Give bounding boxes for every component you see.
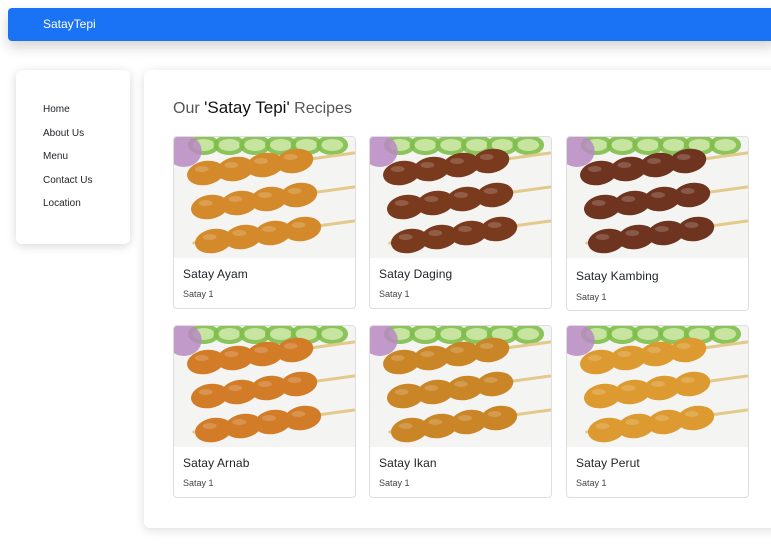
sidebar-item-contact-us[interactable]: Contact Us (43, 174, 130, 198)
sidebar-item-home[interactable]: Home (43, 103, 130, 127)
card-image (567, 137, 748, 258)
main-content: Our 'Satay Tepi' Recipes Satay Ayam Sata… (144, 70, 771, 528)
top-navbar: SatayTepi (8, 8, 771, 41)
recipe-card-satay-kambing[interactable]: Satay Kambing Satay 1 (566, 136, 749, 311)
card-image (370, 137, 551, 258)
card-title: Satay Daging (379, 267, 453, 281)
card-subtitle: Satay 1 (183, 478, 214, 488)
card-subtitle: Satay 1 (379, 478, 410, 488)
sidebar: Home About Us Menu Contact Us Location (16, 70, 130, 244)
tripe-satay-photo (567, 326, 748, 447)
title-highlight: 'Satay Tepi' (204, 98, 290, 117)
recipe-card-satay-perut[interactable]: Satay Perut Satay 1 (566, 325, 749, 498)
card-subtitle: Satay 1 (379, 289, 410, 299)
title-suffix: Recipes (289, 100, 352, 117)
card-subtitle: Satay 1 (576, 478, 607, 488)
sidebar-item-menu[interactable]: Menu (43, 150, 130, 174)
beef-satay-photo (370, 137, 551, 258)
sidebar-item-location[interactable]: Location (43, 197, 130, 221)
rabbit-satay-photo (174, 326, 355, 447)
recipe-card-satay-arnab[interactable]: Satay Arnab Satay 1 (173, 325, 356, 498)
title-prefix: Our (173, 100, 205, 117)
sidebar-item-about-us[interactable]: About Us (43, 127, 130, 151)
card-image (174, 326, 355, 447)
recipe-card-satay-ikan[interactable]: Satay Ikan Satay 1 (369, 325, 552, 498)
card-image (174, 137, 355, 258)
card-title: Satay Kambing (576, 269, 659, 283)
fish-satay-photo (370, 326, 551, 447)
brand-link[interactable]: SatayTepi (43, 17, 96, 31)
card-subtitle: Satay 1 (183, 289, 214, 299)
recipe-card-satay-daging[interactable]: Satay Daging Satay 1 (369, 136, 552, 309)
card-image (567, 326, 748, 447)
sidebar-menu: Home About Us Menu Contact Us Location (16, 70, 130, 221)
card-subtitle: Satay 1 (576, 292, 607, 302)
card-title: Satay Ikan (379, 456, 437, 470)
mutton-satay-photo (567, 137, 748, 258)
recipe-card-satay-ayam[interactable]: Satay Ayam Satay 1 (173, 136, 356, 309)
chicken-satay-photo (174, 137, 355, 258)
page-title: Our 'Satay Tepi' Recipes (173, 98, 352, 118)
card-image (370, 326, 551, 447)
card-title: Satay Perut (576, 456, 640, 470)
card-title: Satay Arnab (183, 456, 250, 470)
card-title: Satay Ayam (183, 267, 248, 281)
